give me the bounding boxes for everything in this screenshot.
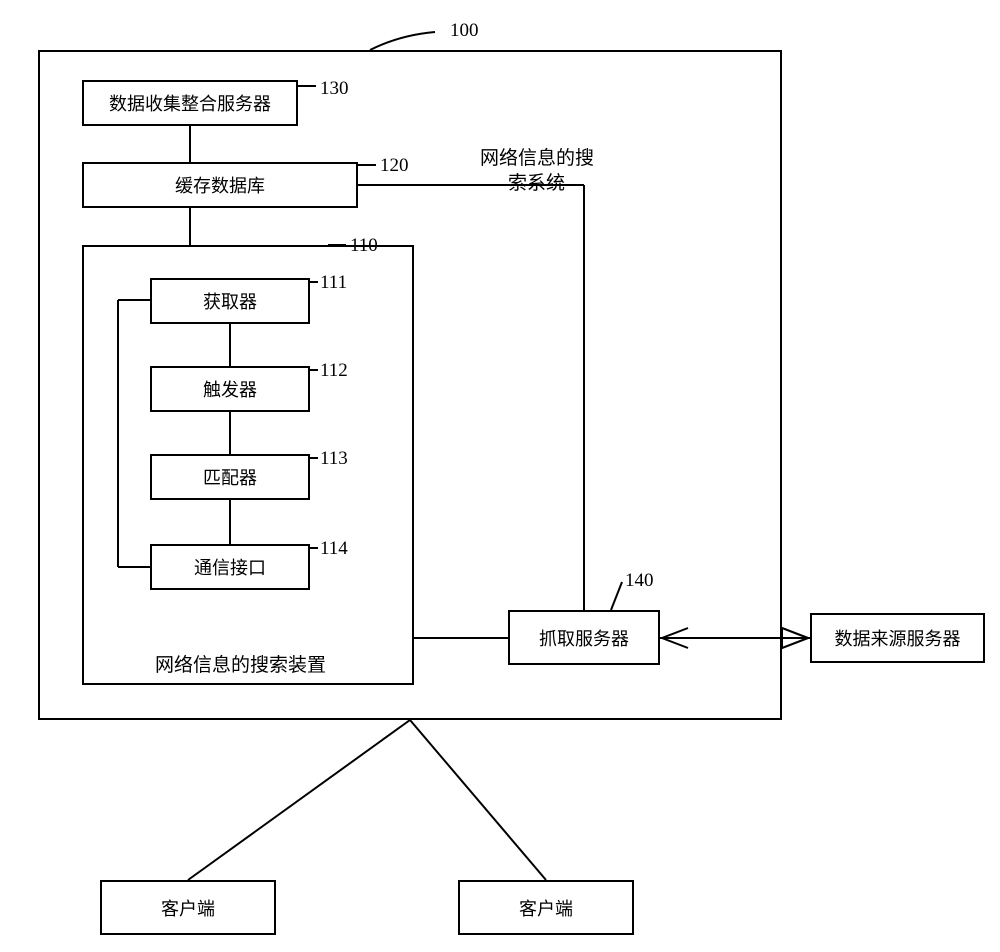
ref-140: 140 [625, 570, 654, 592]
block-112: 触发器 [150, 366, 310, 412]
ref-110: 110 [350, 235, 378, 257]
ref-130: 130 [320, 78, 349, 100]
client-left: 客户端 [100, 880, 276, 935]
block-114: 通信接口 [150, 544, 310, 590]
block-120-label: 缓存数据库 [175, 172, 265, 198]
ref-100: 100 [450, 20, 479, 42]
block-120: 缓存数据库 [82, 162, 358, 208]
block-114-label: 通信接口 [194, 554, 266, 580]
block-130-label: 数据收集整合服务器 [109, 90, 271, 116]
block-130: 数据收集整合服务器 [82, 80, 298, 126]
data-source-server-label: 数据来源服务器 [835, 625, 961, 651]
block-140-label: 抓取服务器 [539, 625, 629, 651]
data-source-server: 数据来源服务器 [810, 613, 985, 663]
block-112-label: 触发器 [203, 376, 257, 402]
client-right-label: 客户端 [519, 895, 573, 921]
client-right: 客户端 [458, 880, 634, 935]
block-111: 获取器 [150, 278, 310, 324]
block-140: 抓取服务器 [508, 610, 660, 665]
block-113-label: 匹配器 [203, 464, 257, 490]
client-left-label: 客户端 [161, 895, 215, 921]
ref-120: 120 [380, 155, 409, 177]
ref-112: 112 [320, 360, 348, 382]
system-title-l2: 索系统 [508, 168, 565, 195]
block-111-label: 获取器 [203, 288, 257, 314]
diagram-canvas: 100 网络信息的搜 索系统 数据收集整合服务器 130 缓存数据库 120 1… [0, 0, 1000, 952]
ref-113: 113 [320, 448, 348, 470]
ref-114: 114 [320, 538, 348, 560]
block-113: 匹配器 [150, 454, 310, 500]
system-title-l1: 网络信息的搜 [480, 143, 594, 170]
device-title: 网络信息的搜索装置 [155, 650, 326, 677]
ref-111: 111 [320, 272, 347, 294]
